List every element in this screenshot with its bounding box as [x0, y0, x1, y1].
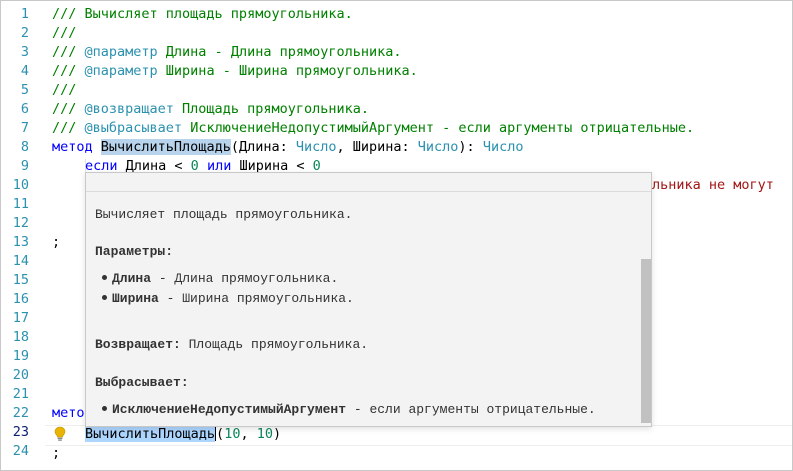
comment-text: Ширина - Ширина прямоугольника.	[157, 63, 418, 79]
doc-tag: @выбрасывает	[84, 120, 183, 136]
code-line-5[interactable]: ///	[52, 81, 76, 100]
line-number: 11	[12, 196, 29, 212]
bullet-dot	[102, 406, 107, 411]
comment-text: Площадь прямоугольника.	[173, 101, 369, 117]
code-line-2[interactable]: ///	[52, 24, 76, 43]
line-number: 13	[12, 234, 29, 250]
paren: )	[272, 426, 282, 442]
code-line-1[interactable]: /// Вычисляет площадь прямоугольника.	[52, 5, 353, 24]
doc-tag: @параметр	[84, 44, 158, 60]
code-line-4[interactable]: /// @параметр Ширина - Ширина прямоуголь…	[52, 62, 418, 81]
line-number: 17	[12, 310, 29, 326]
code-editor[interactable]: 1 2 3 4 5 6 7 8 9 10 11 12 13 14 15 16 17 18 19 20 21 22 23 24 …	[0, 0, 793, 471]
method-call-highlighted[interactable]: ВычислитьПлощадь	[85, 426, 216, 442]
line-number: 16	[12, 291, 29, 307]
keyword-method: метод	[52, 139, 93, 155]
type-name: Число	[417, 139, 459, 155]
line-number: 5	[20, 82, 29, 98]
line-number: 22	[12, 405, 29, 421]
comment-prefix: ///	[52, 63, 85, 79]
bullet-dot	[102, 295, 107, 300]
code-line-24[interactable]: ;	[52, 444, 60, 463]
line-number: 9	[20, 158, 29, 174]
doc-tag: @параметр	[84, 63, 158, 79]
tooltip-description: Вычисляет площадь прямоугольника.	[95, 207, 353, 222]
code-line-8[interactable]: метод ВычислитьПлощадь(Длина: Число, Шир…	[52, 138, 523, 157]
tooltip-throws-heading: Выбрасывает:	[95, 375, 189, 390]
code-line-23[interactable]: ВычислитьПлощадь(10, 10)	[85, 425, 281, 444]
bullet-dot	[102, 275, 107, 280]
param-text: (Длина:	[230, 139, 296, 155]
code-line-3[interactable]: /// @параметр Длина - Длина прямоугольни…	[52, 43, 402, 62]
line-number: 2	[20, 25, 29, 41]
line-number: 20	[12, 367, 29, 383]
paren: (	[216, 426, 225, 442]
tooltip-scrollbar-thumb[interactable]	[641, 259, 651, 423]
line-number: 21	[12, 386, 29, 402]
type-name: Число	[295, 139, 337, 155]
tooltip-throws-item: ИсключениеНедопустимыйАргумент - если ар…	[102, 402, 596, 417]
line-number: 1	[20, 6, 29, 22]
hover-documentation-tooltip[interactable]: Вычисляет площадь прямоугольника. Параме…	[85, 172, 652, 427]
number-literal: 10	[224, 426, 241, 442]
line-number: 12	[12, 215, 29, 231]
line-number: 14	[12, 253, 29, 269]
line-number: 24	[12, 443, 29, 459]
line-number: 23	[12, 424, 29, 440]
comment-prefix: ///	[52, 120, 85, 136]
tooltip-params-heading: Параметры:	[95, 244, 174, 259]
number-literal: 10	[256, 426, 273, 442]
param-text: ):	[458, 139, 483, 155]
line-number: 8	[20, 139, 29, 155]
doc-tag: @возвращает	[84, 101, 174, 117]
line-number: 7	[20, 120, 29, 136]
code-line-22-visible-part[interactable]: мето	[52, 404, 85, 423]
comment-prefix: ///	[52, 44, 85, 60]
tooltip-param-item: Ширина - Ширина прямоугольника.	[102, 291, 354, 306]
return-type: Число	[482, 139, 524, 155]
line-number: 19	[12, 348, 29, 364]
code-line-7[interactable]: /// @выбрасывает ИсключениеНедопустимыйА…	[52, 119, 694, 138]
tooltip-returns: Возвращает: Площадь прямоугольника.	[95, 337, 369, 352]
tooltip-divider	[86, 191, 651, 192]
lightbulb-icon[interactable]	[54, 426, 66, 442]
line-number: 3	[20, 44, 29, 60]
line-number: 15	[12, 272, 29, 288]
comment-text: Длина - Длина прямоугольника.	[157, 44, 402, 60]
comma: ,	[240, 426, 257, 442]
line-number: 4	[20, 63, 29, 79]
comment-text: ИсключениеНедопустимыйАргумент - если ар…	[182, 120, 695, 136]
code-line-13[interactable]: ;	[52, 233, 60, 252]
line-number: 6	[20, 101, 29, 117]
line-number: 10	[12, 177, 29, 193]
tooltip-param-item: Длина - Длина прямоугольника.	[102, 271, 338, 286]
method-name-highlighted[interactable]: ВычислитьПлощадь	[100, 139, 231, 155]
code-line-6[interactable]: /// @возвращает Площадь прямоугольника.	[52, 100, 369, 119]
param-text: , Ширина:	[336, 139, 418, 155]
line-number: 18	[12, 329, 29, 345]
comment-prefix: ///	[52, 101, 85, 117]
code-line-10-visible-part[interactable]: льника не могут	[652, 176, 774, 195]
